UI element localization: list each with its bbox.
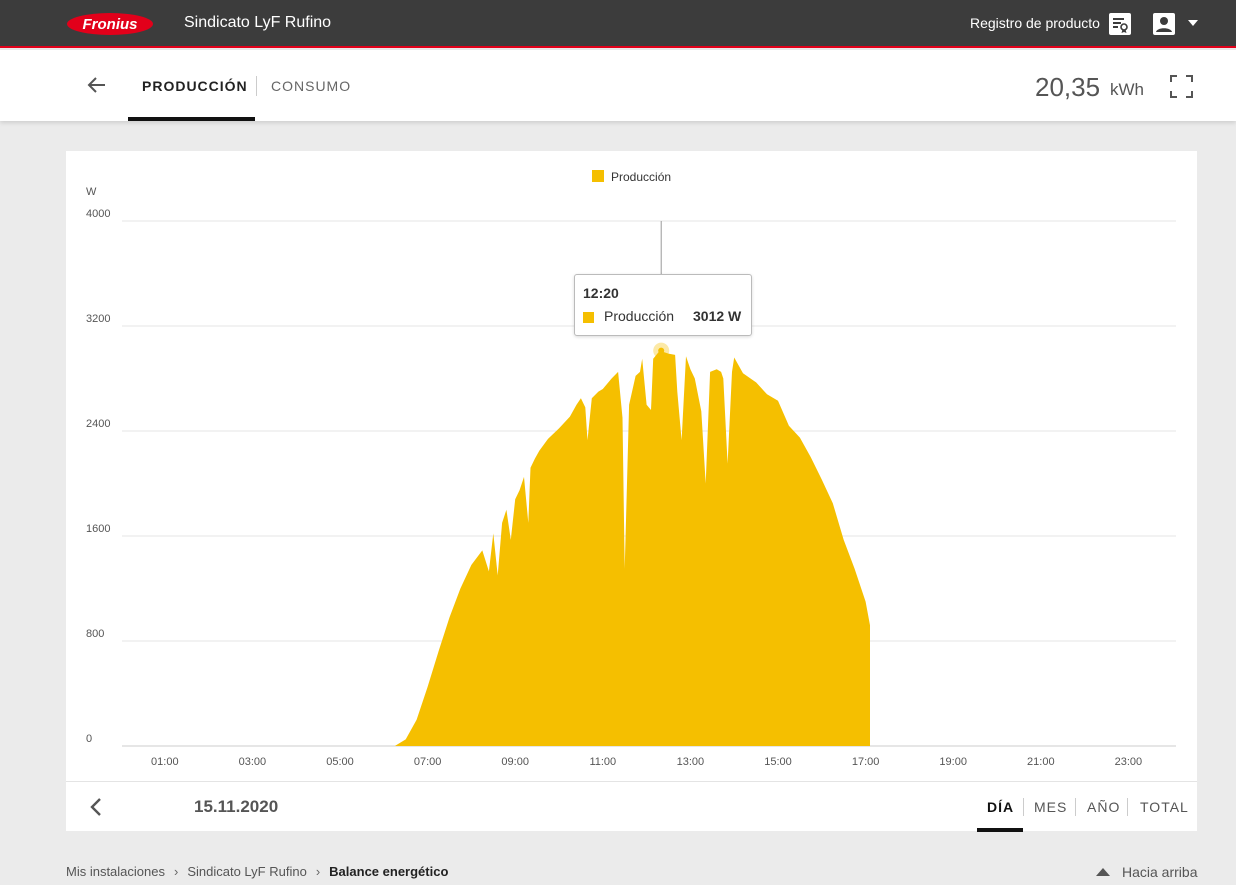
logo-text: Fronius [83,16,138,33]
x-tick-label: 17:00 [852,756,880,768]
breadcrumb: Mis instalaciones › Sindicato LyF Rufino › B… [66,864,448,879]
breadcrumb-item-current: Balance energético [329,864,449,879]
period-divider [1127,798,1128,816]
tooltip-time: 12:20 [583,285,619,301]
x-tick-label: 05:00 [326,756,354,768]
x-tick-label: 01:00 [151,756,179,768]
x-tick-label: 15:00 [764,756,792,768]
tooltip-series-name: Producción [604,308,675,324]
tooltip-swatch [583,312,594,323]
back-arrow-icon[interactable] [86,74,108,96]
product-registration-icon[interactable] [1108,12,1132,36]
y-axis-unit-label: W [86,186,97,198]
y-tick-label: 1600 [86,523,110,535]
period-tab-ano[interactable]: AÑO [1087,799,1120,815]
product-registration-link[interactable]: Registro de producto [970,15,1100,31]
caret-up-icon [1096,868,1110,876]
page-header: PRODUCCIÓN CONSUMO 20,35 kWh [0,50,1236,121]
y-tick-label: 4000 [86,208,110,220]
x-tick-label: 13:00 [677,756,705,768]
active-tab-indicator [128,117,255,121]
legend-swatch [592,170,604,182]
selected-date[interactable]: 15.11.2020 [194,797,278,817]
user-account-icon[interactable] [1152,12,1176,36]
production-area [394,350,870,746]
period-divider [1075,798,1076,816]
x-tick-label: 23:00 [1115,756,1143,768]
x-tick-label: 11:00 [589,756,616,768]
hover-marker [658,347,665,354]
x-tick-label: 21:00 [1027,756,1055,768]
date-navigation-bar: 15.11.2020 DÍA MES AÑO TOTAL [66,781,1197,832]
site-title: Sindicato LyF Rufino [184,14,332,31]
y-tick-label: 0 [86,733,92,745]
x-tick-label: 07:00 [414,756,442,768]
back-to-top-label: Hacia arriba [1122,864,1198,880]
breadcrumb-separator: › [315,864,321,879]
active-period-indicator [977,828,1023,832]
period-tab-mes[interactable]: MES [1034,799,1067,815]
top-bar: Fronius Sindicato LyF Rufino Registro de… [0,0,1236,48]
chart-tooltip: 12:20 Producción 3012 W [574,274,752,336]
energy-total-unit: kWh [1110,80,1144,99]
tab-produccion[interactable]: PRODUCCIÓN [142,78,248,94]
caret-down-icon[interactable] [1186,18,1200,28]
production-chart: 0 800 1600 2400 3200 4000 W 01:00 03:00 05:00 07:0… [86,170,1176,768]
previous-day-icon[interactable] [88,796,104,818]
tooltip-value: 3012 W [693,308,742,324]
y-tick-label: 800 [86,628,104,640]
back-to-top-link[interactable]: Hacia arriba [1096,864,1197,880]
x-tick-label: 03:00 [239,756,267,768]
tab-consumo[interactable]: CONSUMO [271,78,351,94]
legend-label: Producción [611,170,671,184]
x-tick-label: 19:00 [939,756,967,768]
period-divider [1023,798,1024,816]
breadcrumb-item-installations[interactable]: Mis instalaciones [66,864,165,879]
tab-divider [256,76,257,96]
breadcrumb-item-site[interactable]: Sindicato LyF Rufino [187,864,306,879]
period-tab-dia[interactable]: DÍA [987,799,1014,815]
y-tick-label: 3200 [86,313,110,325]
y-tick-label: 2400 [86,418,110,430]
energy-total-value: 20,35 [1035,72,1101,102]
breadcrumb-separator: › [174,864,179,879]
fronius-logo[interactable]: Fronius [66,12,154,36]
chart-card: 0 800 1600 2400 3200 4000 W 01:00 03:00 05:00 07:0… [66,151,1197,832]
fullscreen-icon[interactable] [1169,74,1194,99]
x-tick-label: 09:00 [501,756,529,768]
period-tab-total[interactable]: TOTAL [1140,799,1189,815]
